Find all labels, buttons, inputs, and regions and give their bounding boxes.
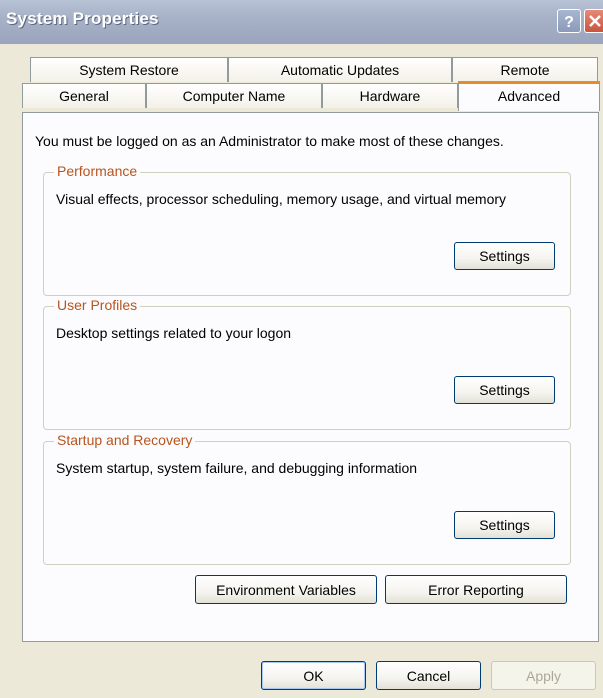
svg-text:?: ?	[564, 14, 574, 31]
error-reporting-button[interactable]: Error Reporting	[385, 575, 567, 604]
tab-remote[interactable]: Remote	[452, 57, 598, 82]
tab-system-restore[interactable]: System Restore	[30, 57, 228, 82]
performance-group: Performance Visual effects, processor sc…	[43, 163, 571, 296]
user-profiles-group: User Profiles Desktop settings related t…	[43, 297, 571, 430]
advanced-tab-panel: You must be logged on as an Administrato…	[22, 112, 599, 642]
environment-variables-button[interactable]: Environment Variables	[195, 575, 377, 604]
help-icon: ?	[564, 14, 574, 31]
startup-recovery-group: Startup and Recovery System startup, sys…	[43, 432, 571, 565]
window-title: System Properties	[6, 9, 159, 28]
tab-automatic-updates[interactable]: Automatic Updates	[228, 57, 452, 82]
tab-advanced[interactable]: Advanced	[458, 81, 600, 111]
startup-recovery-description: System startup, system failure, and debu…	[56, 460, 418, 476]
ok-button[interactable]: OK	[261, 661, 366, 690]
tab-general[interactable]: General	[22, 83, 146, 108]
performance-settings-button[interactable]: Settings	[454, 242, 555, 270]
close-button[interactable]	[584, 9, 603, 33]
startup-recovery-settings-button[interactable]: Settings	[454, 511, 555, 539]
user-profiles-legend: User Profiles	[54, 297, 141, 313]
tab-computer-name[interactable]: Computer Name	[146, 83, 322, 108]
performance-description: Visual effects, processor scheduling, me…	[56, 191, 507, 207]
cancel-button[interactable]: Cancel	[376, 661, 481, 690]
close-icon	[589, 15, 601, 27]
title-bar: System Properties ?	[0, 0, 603, 44]
performance-legend: Performance	[54, 163, 141, 179]
admin-notice: You must be logged on as an Administrato…	[35, 133, 504, 149]
user-profiles-settings-button[interactable]: Settings	[454, 376, 555, 404]
user-profiles-description: Desktop settings related to your logon	[56, 325, 292, 341]
tab-hardware[interactable]: Hardware	[322, 83, 458, 108]
apply-button[interactable]: Apply	[491, 661, 596, 690]
startup-recovery-legend: Startup and Recovery	[54, 432, 196, 448]
help-button[interactable]: ?	[557, 9, 581, 33]
